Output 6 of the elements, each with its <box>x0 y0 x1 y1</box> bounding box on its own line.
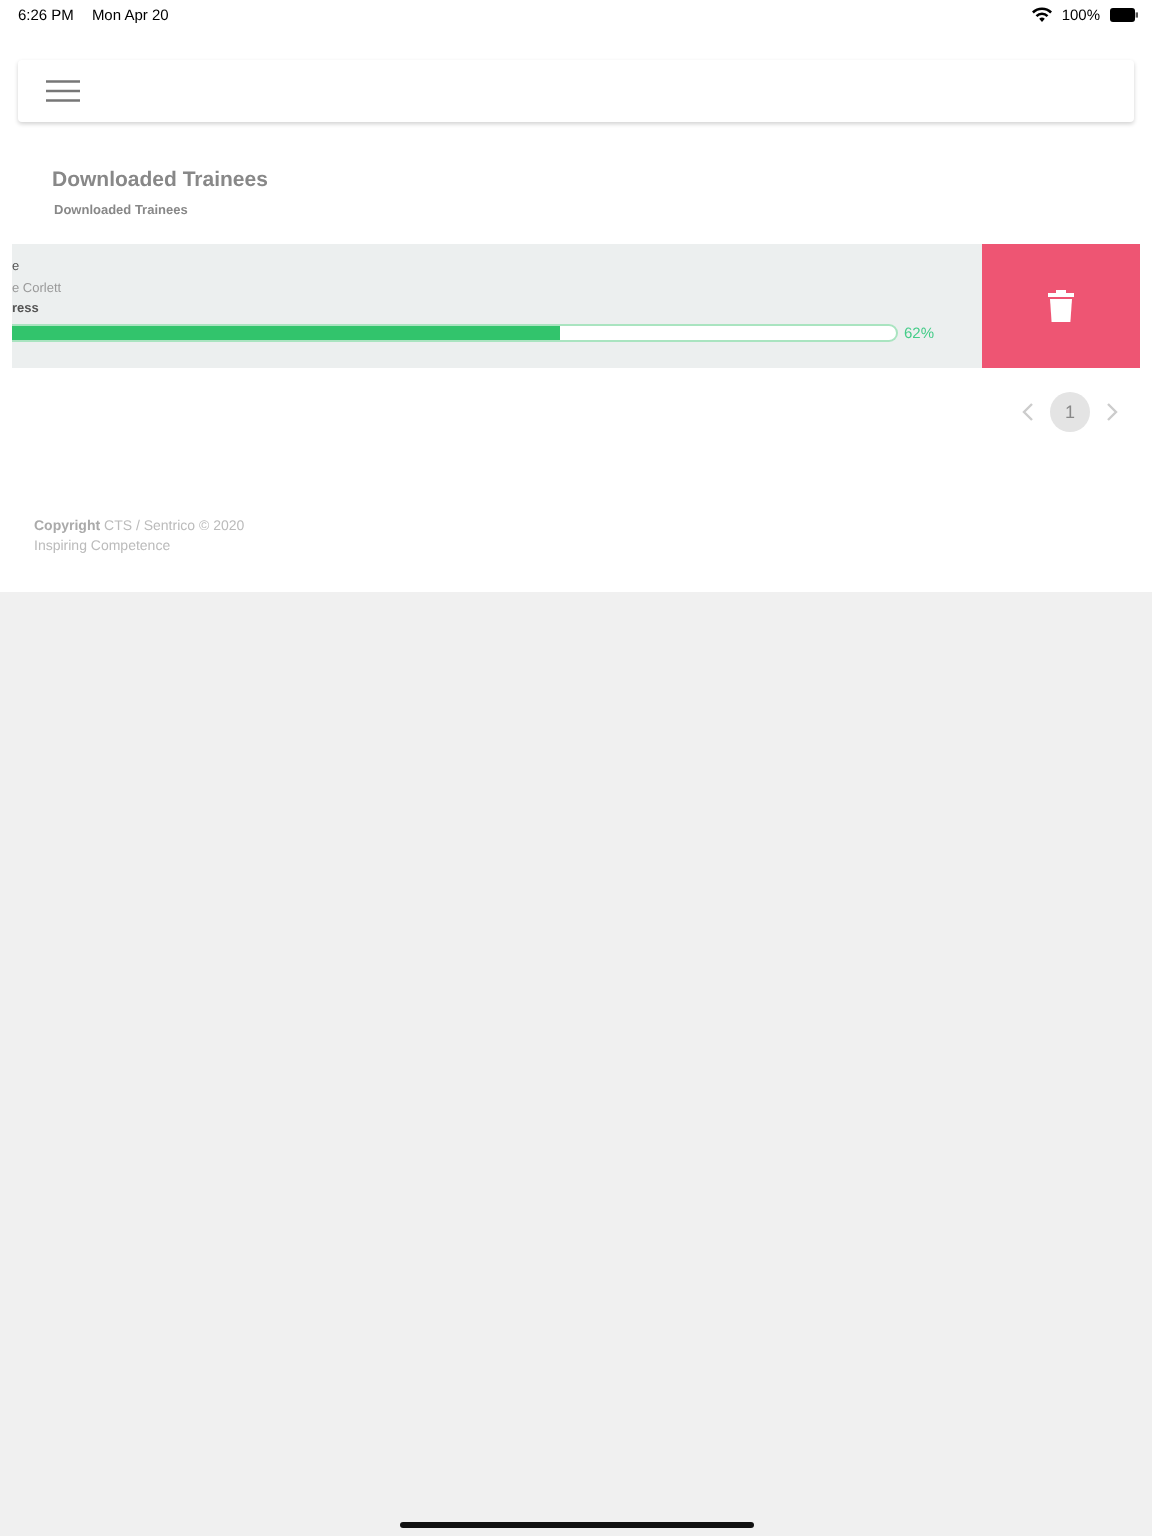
wifi-icon <box>1031 6 1052 22</box>
menu-icon[interactable] <box>46 80 80 102</box>
trash-icon <box>1048 290 1074 322</box>
battery-icon <box>1110 7 1138 21</box>
page-title: Downloaded Trainees <box>52 168 270 192</box>
delete-button[interactable] <box>982 244 1140 368</box>
